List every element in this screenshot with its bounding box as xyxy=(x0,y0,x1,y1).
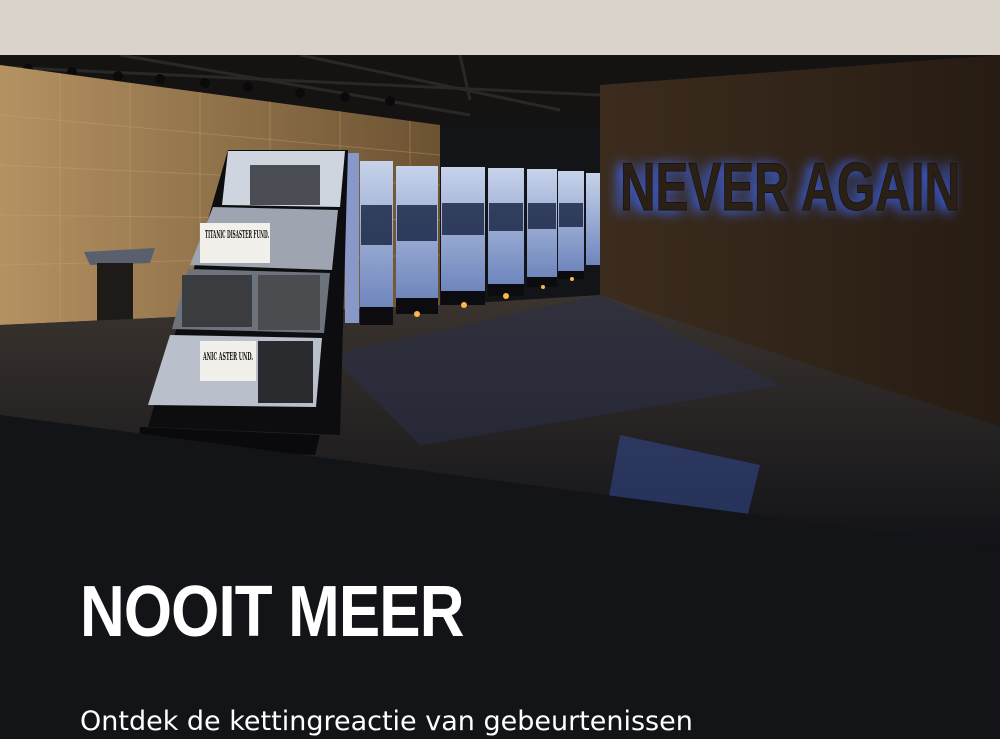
main-content: NOOIT MEER Ontdek de kettingreactie van … xyxy=(0,540,1000,737)
page-title: NOOIT MEER xyxy=(80,572,464,652)
intro-text: Ontdek de kettingreactie van gebeurtenis… xyxy=(80,706,693,737)
top-bar xyxy=(0,0,1000,55)
panel-caption-top: TITANIC DISASTER FUND. xyxy=(205,228,269,241)
never-again-sign: NEVER AGAIN xyxy=(620,149,960,225)
hero-image: NEVER AGAIN NEVER AGAIN TITANIC DISASTER… xyxy=(0,55,1000,547)
panel-caption-bottom: ANIC ASTER UND. xyxy=(203,350,253,363)
